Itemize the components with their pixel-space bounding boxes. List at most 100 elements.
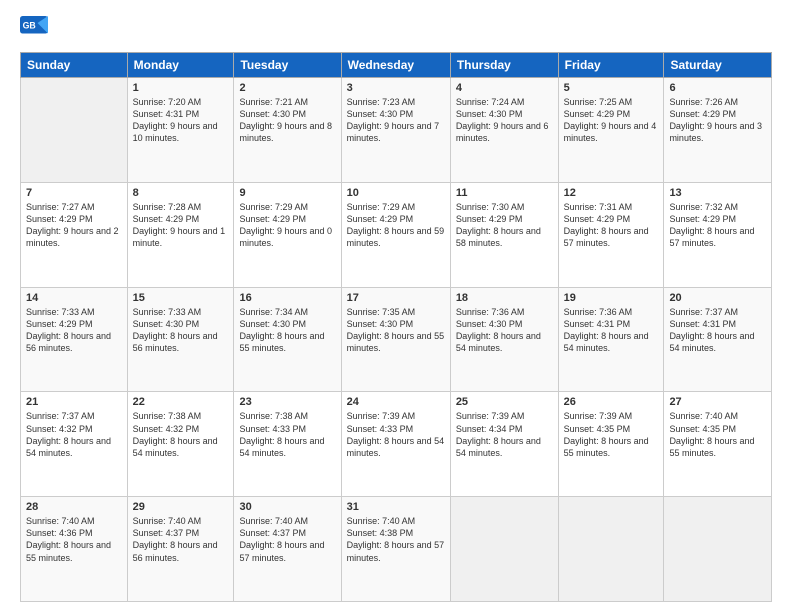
calendar-cell: 27 Sunrise: 7:40 AMSunset: 4:35 PMDayligh… xyxy=(664,392,772,497)
day-number: 18 xyxy=(456,292,553,304)
cell-text: Sunrise: 7:36 AMSunset: 4:31 PMDaylight:… xyxy=(564,306,659,355)
calendar-cell: 25 Sunrise: 7:39 AMSunset: 4:34 PMDayligh… xyxy=(450,392,558,497)
cell-text: Sunrise: 7:35 AMSunset: 4:30 PMDaylight:… xyxy=(347,306,445,355)
svg-text:GB: GB xyxy=(23,20,36,30)
calendar-cell: 31 Sunrise: 7:40 AMSunset: 4:38 PMDayligh… xyxy=(341,497,450,602)
header-row: SundayMondayTuesdayWednesdayThursdayFrid… xyxy=(21,53,772,78)
day-number: 14 xyxy=(26,292,122,304)
cell-text: Sunrise: 7:40 AMSunset: 4:37 PMDaylight:… xyxy=(133,515,229,564)
calendar-cell: 16Sunrise: 7:34 AMSunset: 4:30 PMDayligh… xyxy=(234,287,341,392)
calendar-cell: 1 Sunrise: 7:20 AMSunset: 4:31 PMDaylight… xyxy=(127,78,234,183)
cell-text: Sunrise: 7:20 AMSunset: 4:31 PMDaylight:… xyxy=(133,96,229,145)
day-number: 19 xyxy=(564,292,659,304)
cell-text: Sunrise: 7:23 AMSunset: 4:30 PMDaylight:… xyxy=(347,96,445,145)
calendar-cell: 14Sunrise: 7:33 AMSunset: 4:29 PMDayligh… xyxy=(21,287,128,392)
calendar-cell: 2Sunrise: 7:21 AMSunset: 4:30 PMDaylight… xyxy=(234,78,341,183)
calendar-cell: 18 Sunrise: 7:36 AMSunset: 4:30 PMDayligh… xyxy=(450,287,558,392)
day-number: 7 xyxy=(26,187,122,199)
header-cell-thursday: Thursday xyxy=(450,53,558,78)
cell-text: Sunrise: 7:30 AMSunset: 4:29 PMDaylight:… xyxy=(456,201,553,250)
cell-text: Sunrise: 7:38 AMSunset: 4:33 PMDaylight:… xyxy=(239,410,335,459)
day-number: 13 xyxy=(669,187,766,199)
calendar-cell: 6Sunrise: 7:26 AMSunset: 4:29 PMDaylight… xyxy=(664,78,772,183)
cell-text: Sunrise: 7:31 AMSunset: 4:29 PMDaylight:… xyxy=(564,201,659,250)
day-number: 25 xyxy=(456,396,553,408)
day-number: 4 xyxy=(456,82,553,94)
cell-text: Sunrise: 7:39 AMSunset: 4:33 PMDaylight:… xyxy=(347,410,445,459)
day-number: 11 xyxy=(456,187,553,199)
calendar-cell: 21 Sunrise: 7:37 AMSunset: 4:32 PMDayligh… xyxy=(21,392,128,497)
cell-text: Sunrise: 7:34 AMSunset: 4:30 PMDaylight:… xyxy=(239,306,335,355)
calendar-cell: 28Sunrise: 7:40 AMSunset: 4:36 PMDayligh… xyxy=(21,497,128,602)
calendar-cell: 8 Sunrise: 7:28 AMSunset: 4:29 PMDaylight… xyxy=(127,182,234,287)
day-number: 5 xyxy=(564,82,659,94)
calendar-header: SundayMondayTuesdayWednesdayThursdayFrid… xyxy=(21,53,772,78)
cell-text: Sunrise: 7:36 AMSunset: 4:30 PMDaylight:… xyxy=(456,306,553,355)
cell-text: Sunrise: 7:25 AMSunset: 4:29 PMDaylight:… xyxy=(564,96,659,145)
cell-text: Sunrise: 7:39 AMSunset: 4:34 PMDaylight:… xyxy=(456,410,553,459)
logo: GB xyxy=(20,16,52,44)
week-row-3: 14Sunrise: 7:33 AMSunset: 4:29 PMDayligh… xyxy=(21,287,772,392)
cell-text: Sunrise: 7:39 AMSunset: 4:35 PMDaylight:… xyxy=(564,410,659,459)
header-cell-friday: Friday xyxy=(558,53,664,78)
day-number: 17 xyxy=(347,292,445,304)
cell-text: Sunrise: 7:37 AMSunset: 4:31 PMDaylight:… xyxy=(669,306,766,355)
calendar-cell: 20Sunrise: 7:37 AMSunset: 4:31 PMDayligh… xyxy=(664,287,772,392)
cell-text: Sunrise: 7:40 AMSunset: 4:36 PMDaylight:… xyxy=(26,515,122,564)
calendar-cell: 13 Sunrise: 7:32 AMSunset: 4:29 PMDayligh… xyxy=(664,182,772,287)
calendar-cell: 4 Sunrise: 7:24 AMSunset: 4:30 PMDaylight… xyxy=(450,78,558,183)
day-number: 3 xyxy=(347,82,445,94)
calendar-cell: 22 Sunrise: 7:38 AMSunset: 4:32 PMDayligh… xyxy=(127,392,234,497)
cell-text: Sunrise: 7:28 AMSunset: 4:29 PMDaylight:… xyxy=(133,201,229,250)
day-number: 9 xyxy=(239,187,335,199)
calendar-cell: 10Sunrise: 7:29 AMSunset: 4:29 PMDayligh… xyxy=(341,182,450,287)
header-cell-wednesday: Wednesday xyxy=(341,53,450,78)
day-number: 27 xyxy=(669,396,766,408)
week-row-4: 21 Sunrise: 7:37 AMSunset: 4:32 PMDayligh… xyxy=(21,392,772,497)
cell-text: Sunrise: 7:29 AMSunset: 4:29 PMDaylight:… xyxy=(239,201,335,250)
calendar-cell: 12 Sunrise: 7:31 AMSunset: 4:29 PMDayligh… xyxy=(558,182,664,287)
cell-text: Sunrise: 7:40 AMSunset: 4:35 PMDaylight:… xyxy=(669,410,766,459)
calendar-table: SundayMondayTuesdayWednesdayThursdayFrid… xyxy=(20,52,772,602)
day-number: 1 xyxy=(133,82,229,94)
cell-text: Sunrise: 7:32 AMSunset: 4:29 PMDaylight:… xyxy=(669,201,766,250)
calendar-cell: 24 Sunrise: 7:39 AMSunset: 4:33 PMDayligh… xyxy=(341,392,450,497)
calendar-cell xyxy=(21,78,128,183)
calendar-cell: 3 Sunrise: 7:23 AMSunset: 4:30 PMDaylight… xyxy=(341,78,450,183)
header-cell-sunday: Sunday xyxy=(21,53,128,78)
calendar-cell: 19 Sunrise: 7:36 AMSunset: 4:31 PMDayligh… xyxy=(558,287,664,392)
day-number: 29 xyxy=(133,501,229,513)
week-row-1: 1 Sunrise: 7:20 AMSunset: 4:31 PMDaylight… xyxy=(21,78,772,183)
cell-text: Sunrise: 7:40 AMSunset: 4:38 PMDaylight:… xyxy=(347,515,445,564)
day-number: 26 xyxy=(564,396,659,408)
day-number: 30 xyxy=(239,501,335,513)
cell-text: Sunrise: 7:27 AMSunset: 4:29 PMDaylight:… xyxy=(26,201,122,250)
cell-text: Sunrise: 7:33 AMSunset: 4:30 PMDaylight:… xyxy=(133,306,229,355)
cell-text: Sunrise: 7:37 AMSunset: 4:32 PMDaylight:… xyxy=(26,410,122,459)
day-number: 24 xyxy=(347,396,445,408)
calendar-cell: 26 Sunrise: 7:39 AMSunset: 4:35 PMDayligh… xyxy=(558,392,664,497)
calendar-cell: 29 Sunrise: 7:40 AMSunset: 4:37 PMDayligh… xyxy=(127,497,234,602)
cell-text: Sunrise: 7:38 AMSunset: 4:32 PMDaylight:… xyxy=(133,410,229,459)
header: GB xyxy=(20,16,772,44)
day-number: 23 xyxy=(239,396,335,408)
calendar-cell: 15 Sunrise: 7:33 AMSunset: 4:30 PMDayligh… xyxy=(127,287,234,392)
day-number: 12 xyxy=(564,187,659,199)
calendar-cell: 9 Sunrise: 7:29 AMSunset: 4:29 PMDaylight… xyxy=(234,182,341,287)
week-row-5: 28Sunrise: 7:40 AMSunset: 4:36 PMDayligh… xyxy=(21,497,772,602)
cell-text: Sunrise: 7:40 AMSunset: 4:37 PMDaylight:… xyxy=(239,515,335,564)
week-row-2: 7 Sunrise: 7:27 AMSunset: 4:29 PMDaylight… xyxy=(21,182,772,287)
calendar-cell xyxy=(558,497,664,602)
day-number: 31 xyxy=(347,501,445,513)
cell-text: Sunrise: 7:24 AMSunset: 4:30 PMDaylight:… xyxy=(456,96,553,145)
day-number: 15 xyxy=(133,292,229,304)
calendar-cell: 11 Sunrise: 7:30 AMSunset: 4:29 PMDayligh… xyxy=(450,182,558,287)
calendar-cell xyxy=(450,497,558,602)
day-number: 10 xyxy=(347,187,445,199)
day-number: 8 xyxy=(133,187,229,199)
day-number: 22 xyxy=(133,396,229,408)
calendar-cell: 7 Sunrise: 7:27 AMSunset: 4:29 PMDaylight… xyxy=(21,182,128,287)
header-cell-saturday: Saturday xyxy=(664,53,772,78)
calendar-cell: 23 Sunrise: 7:38 AMSunset: 4:33 PMDayligh… xyxy=(234,392,341,497)
day-number: 21 xyxy=(26,396,122,408)
